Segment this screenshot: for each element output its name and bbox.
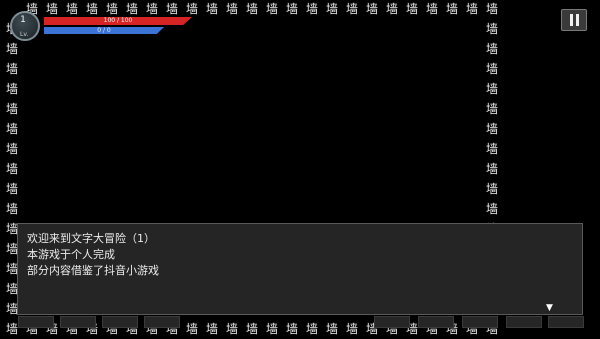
pause-icon <box>570 14 573 26</box>
wall-tile: 墙 <box>5 162 18 176</box>
wall-tile: 墙 <box>465 2 478 16</box>
bottom-slot[interactable] <box>418 316 454 328</box>
wall-tile: 墙 <box>485 122 498 136</box>
bottom-slot[interactable] <box>18 316 54 328</box>
hp-bar: 100 / 100 <box>44 17 192 25</box>
dialog-box[interactable]: 欢迎来到文字大冒险（1） 本游戏于个人完成 部分内容借鉴了抖音小游戏 ▼ <box>17 223 583 315</box>
dialog-continue-arrow-icon[interactable]: ▼ <box>546 303 553 313</box>
wall-tile: 墙 <box>265 2 278 16</box>
dialog-line: 部分内容借鉴了抖音小游戏 <box>27 264 159 277</box>
wall-tile: 墙 <box>245 322 258 336</box>
hp-text: 100 / 100 <box>103 17 133 24</box>
wall-tile: 墙 <box>485 162 498 176</box>
wall-tile: 墙 <box>325 2 338 16</box>
wall-tile: 墙 <box>365 2 378 16</box>
wall-tile: 墙 <box>285 2 298 16</box>
wall-tile: 墙 <box>485 22 498 36</box>
wall-tile: 墙 <box>485 142 498 156</box>
wall-tile: 墙 <box>245 2 258 16</box>
wall-tile: 墙 <box>485 62 498 76</box>
bottom-slot[interactable] <box>102 316 138 328</box>
wall-tile: 墙 <box>485 202 498 216</box>
wall-tile: 墙 <box>345 322 358 336</box>
wall-tile: 墙 <box>425 2 438 16</box>
pause-button[interactable] <box>561 9 587 31</box>
wall-tile: 墙 <box>205 322 218 336</box>
mp-bar: 0 / 0 <box>44 27 164 34</box>
bottom-slot[interactable] <box>144 316 180 328</box>
wall-tile: 墙 <box>485 102 498 116</box>
bottom-slot[interactable] <box>60 316 96 328</box>
player-status-hud: 1 Lv. 100 / 100 0 / 0 <box>10 11 200 43</box>
wall-tile: 墙 <box>185 322 198 336</box>
wall-tile: 墙 <box>485 182 498 196</box>
wall-tile: 墙 <box>225 2 238 16</box>
wall-tile: 墙 <box>285 322 298 336</box>
pause-icon-bar <box>576 14 579 26</box>
wall-tile: 墙 <box>485 42 498 56</box>
wall-tile: 墙 <box>485 82 498 96</box>
bottom-slot[interactable] <box>506 316 542 328</box>
bottom-slot[interactable] <box>462 316 498 328</box>
wall-tile: 墙 <box>305 322 318 336</box>
wall-tile: 墙 <box>405 2 418 16</box>
wall-tile: 墙 <box>305 2 318 16</box>
wall-tile: 墙 <box>5 142 18 156</box>
dialog-line: 本游戏于个人完成 <box>27 248 115 261</box>
wall-tile: 墙 <box>225 322 238 336</box>
wall-tile: 墙 <box>345 2 358 16</box>
wall-tile: 墙 <box>265 322 278 336</box>
wall-tile: 墙 <box>5 62 18 76</box>
wall-tile: 墙 <box>5 202 18 216</box>
wall-tile: 墙 <box>5 182 18 196</box>
level-tag: Lv. <box>20 31 29 38</box>
wall-tile: 墙 <box>485 2 498 16</box>
wall-tile: 墙 <box>5 122 18 136</box>
wall-tile: 墙 <box>385 2 398 16</box>
bottom-slot[interactable] <box>548 316 584 328</box>
wall-tile: 墙 <box>205 2 218 16</box>
wall-tile: 墙 <box>5 82 18 96</box>
wall-tile: 墙 <box>325 322 338 336</box>
level-number: 1 <box>20 15 26 25</box>
mp-text: 0 / 0 <box>97 27 111 34</box>
bottom-slot[interactable] <box>374 316 410 328</box>
wall-tile: 墙 <box>445 2 458 16</box>
dialog-line: 欢迎来到文字大冒险（1） <box>27 232 155 245</box>
wall-tile: 墙 <box>5 102 18 116</box>
